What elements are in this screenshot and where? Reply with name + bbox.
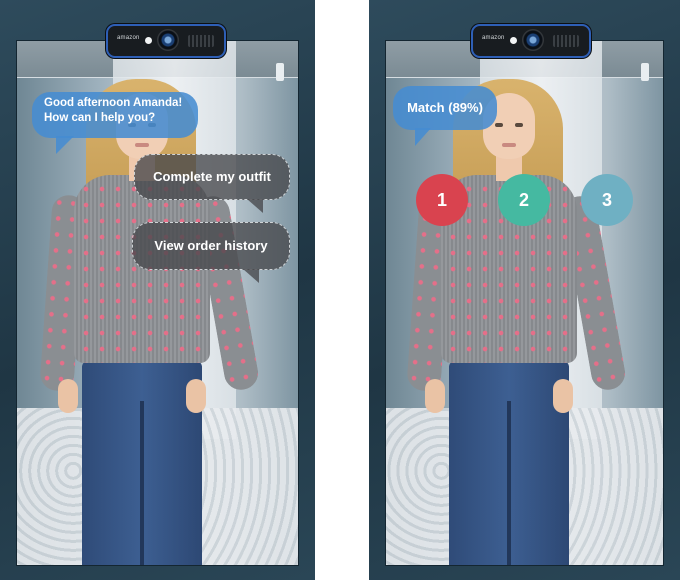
- smart-mirror-left: amazon: [0, 0, 315, 580]
- order-history-label: View order history: [154, 238, 268, 253]
- outfit-choice-1-button[interactable]: 1: [416, 174, 468, 226]
- speaker-grill: [188, 35, 214, 47]
- left-hand: [424, 379, 445, 413]
- camera-unit: amazon: [471, 24, 591, 58]
- left-hand: [57, 379, 78, 413]
- assistant-greeting-bubble: Good afternoon Amanda! How can I help yo…: [32, 92, 198, 154]
- view-order-history-button[interactable]: View order history: [132, 222, 290, 283]
- greeting-line-2: How can I help you?: [44, 112, 156, 124]
- camera-brand-label: amazon: [482, 35, 505, 41]
- jeans: [81, 361, 202, 565]
- camera-brand-label: amazon: [117, 35, 140, 41]
- speaker-grill: [553, 35, 579, 47]
- outfit-choice-2-button[interactable]: 2: [498, 174, 550, 226]
- greeting-line-1: Good afternoon Amanda!: [44, 97, 183, 109]
- camera-led-icon: [510, 37, 517, 44]
- outfit-choice-3-button[interactable]: 3: [581, 174, 633, 226]
- jeans: [448, 361, 569, 565]
- right-hand: [552, 379, 573, 413]
- camera-led-icon: [145, 37, 152, 44]
- camera-lens-icon: [522, 29, 544, 51]
- right-hand: [185, 379, 206, 413]
- match-score-label: Match (89%): [407, 100, 483, 115]
- complete-outfit-button[interactable]: Complete my outfit: [134, 154, 290, 213]
- user-reflection: [405, 79, 628, 565]
- door-hinge: [276, 63, 284, 81]
- camera-unit: amazon: [106, 24, 226, 58]
- match-score-bubble: Match (89%): [393, 86, 497, 146]
- user-reflection: [38, 79, 261, 565]
- camera-lens-icon: [157, 29, 179, 51]
- complete-outfit-label: Complete my outfit: [153, 169, 271, 184]
- door-hinge: [641, 63, 649, 81]
